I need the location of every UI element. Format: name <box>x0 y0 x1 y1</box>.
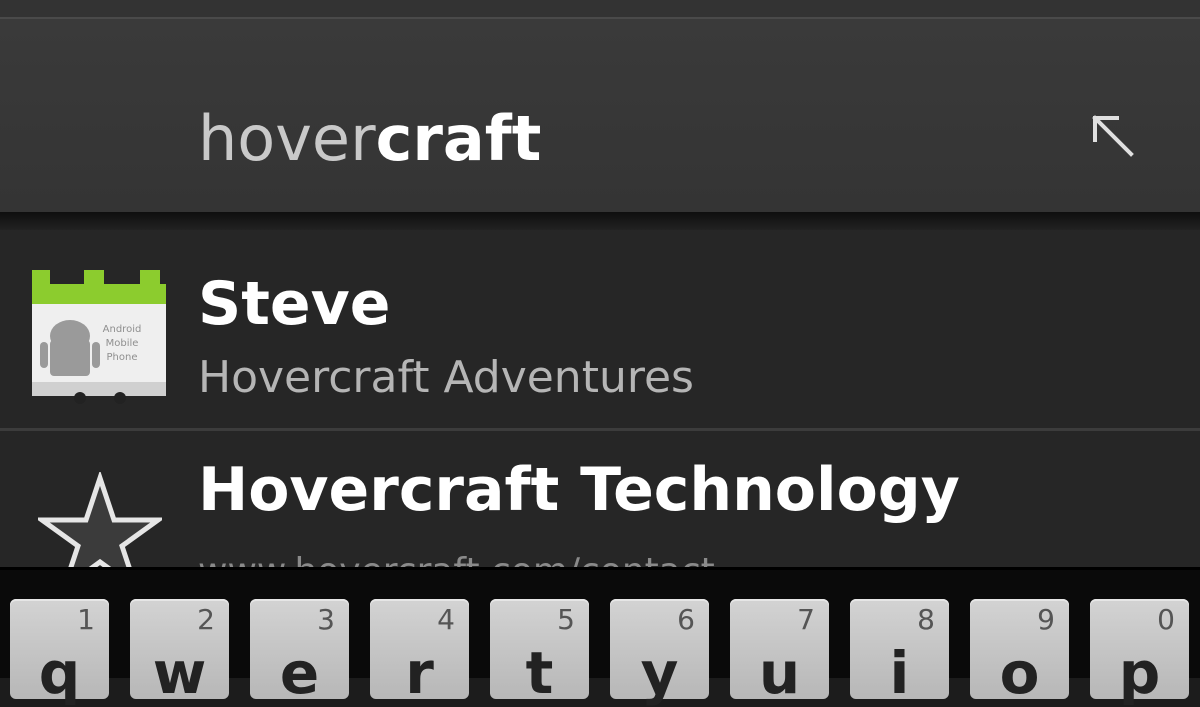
star-icon <box>38 472 162 567</box>
key-number: 4 <box>437 603 455 636</box>
key-letter: y <box>640 639 679 707</box>
key-number: 1 <box>77 603 95 636</box>
card-text-line-1: Android <box>103 324 142 335</box>
key-letter: r <box>405 639 434 707</box>
suggestion-title: Hovercraft Technology <box>198 455 960 525</box>
suggestion-subtitle: www.hovercraft.com/contact <box>198 544 715 567</box>
key-number: 8 <box>917 603 935 636</box>
key-p[interactable]: 0 p <box>1090 599 1189 705</box>
android-contact-card-icon: Android Mobile Phone <box>32 270 166 404</box>
key-u[interactable]: 7 u <box>730 599 829 705</box>
key-letter: p <box>1118 639 1161 707</box>
key-number: 9 <box>1037 603 1055 636</box>
key-w[interactable]: 2 w <box>130 599 229 705</box>
suggestion-subtitle: Hovercraft Adventures <box>198 352 694 403</box>
key-t[interactable]: 5 t <box>490 599 589 705</box>
key-o[interactable]: 9 o <box>970 599 1069 705</box>
key-letter: u <box>758 639 801 707</box>
card-text-line-2: Mobile <box>106 338 139 349</box>
suggestion-title: Steve <box>198 269 391 339</box>
query-refine-button[interactable] <box>1078 101 1148 171</box>
key-number: 7 <box>797 603 815 636</box>
search-query-text[interactable]: hovercraft <box>198 101 541 177</box>
suggestion-list: Android Mobile Phone Steve Hovercraft Ad… <box>0 212 1200 567</box>
top-strip <box>0 0 1200 18</box>
key-number: 3 <box>317 603 335 636</box>
search-bar[interactable]: hovercraft <box>0 19 1200 212</box>
key-number: 2 <box>197 603 215 636</box>
search-completion-text: craft <box>375 102 542 175</box>
key-letter: q <box>38 639 81 707</box>
search-bar-shadow <box>0 212 1200 230</box>
key-q[interactable]: 1 q <box>10 599 109 705</box>
suggestion-row-contact[interactable]: Android Mobile Phone Steve Hovercraft Ad… <box>0 230 1200 430</box>
key-number: 5 <box>557 603 575 636</box>
key-e[interactable]: 3 e <box>250 599 349 705</box>
key-number: 0 <box>1157 603 1175 636</box>
key-y[interactable]: 6 y <box>610 599 709 705</box>
key-letter: o <box>999 639 1040 707</box>
key-r[interactable]: 4 r <box>370 599 469 705</box>
search-typed-text: hover <box>198 102 376 175</box>
soft-keyboard: 1 q 2 w 3 e 4 r 5 t 6 y 7 u 8 i 9 o 0 p <box>0 567 1200 705</box>
key-letter: e <box>279 639 320 707</box>
card-text-line-3: Phone <box>107 352 138 363</box>
key-number: 6 <box>677 603 695 636</box>
key-letter: i <box>889 639 910 707</box>
key-i[interactable]: 8 i <box>850 599 949 705</box>
arrow-up-left-icon <box>1092 115 1134 157</box>
key-letter: t <box>525 639 554 707</box>
suggestion-row-bookmark[interactable]: Hovercraft Technology www.hovercraft.com… <box>0 432 1200 567</box>
row-divider <box>0 428 1200 431</box>
key-letter: w <box>152 639 207 707</box>
